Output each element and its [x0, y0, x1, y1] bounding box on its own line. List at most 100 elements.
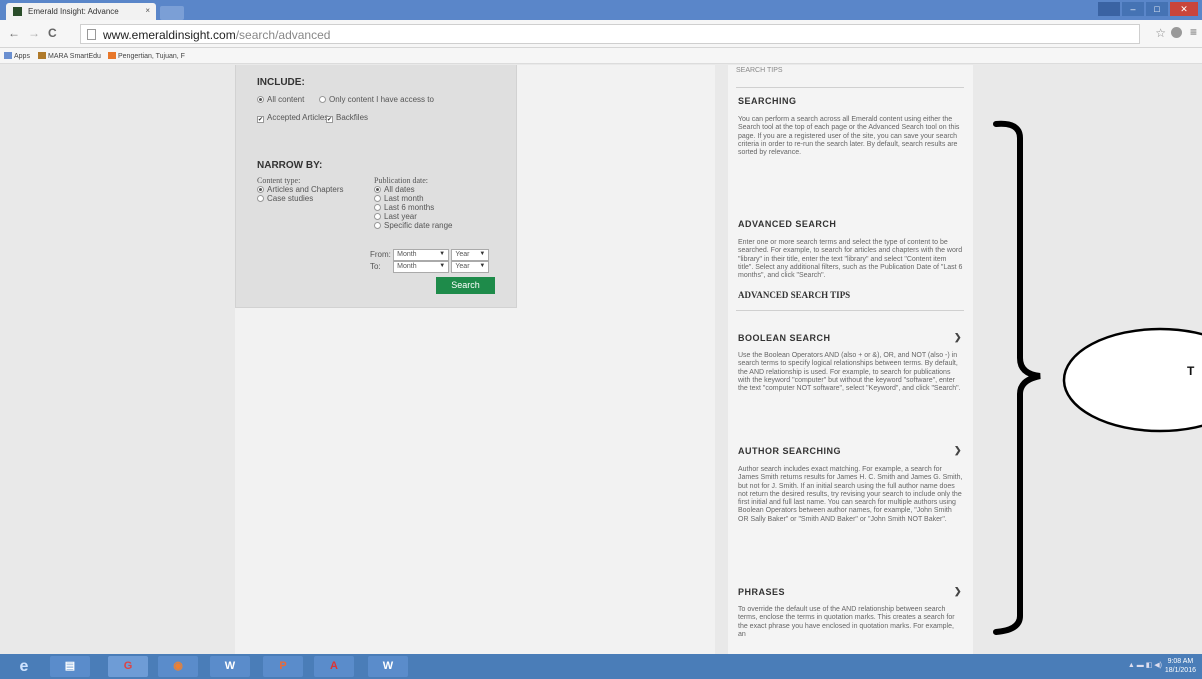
radio-last-year[interactable]: Last year: [374, 212, 417, 221]
checkbox-backfiles[interactable]: ✔ Backfiles: [326, 113, 368, 123]
section-title-searching: SEARCHING: [738, 96, 797, 106]
user-profile-icon[interactable]: [1098, 2, 1120, 16]
chevron-down-icon[interactable]: ❯: [954, 586, 962, 597]
sidebar-cut-heading: SEARCH TIPS: [736, 67, 783, 74]
checkmark-icon: ✔: [326, 116, 333, 123]
to-date-row: To: Month ▼ Year ▼: [370, 261, 490, 273]
annotation-bracket: [993, 120, 1041, 635]
content-type-label: Content type:: [257, 176, 301, 185]
forward-button[interactable]: →: [28, 26, 40, 40]
divider: [736, 87, 964, 88]
radio-icon: [374, 204, 381, 211]
back-button[interactable]: ←: [8, 26, 20, 40]
dropdown-arrow-icon: ▼: [479, 251, 486, 257]
annotation-text: T: [1187, 364, 1195, 378]
divider: [736, 310, 964, 311]
annotation-ellipse: [1062, 327, 1202, 433]
radio-specific-range[interactable]: Specific date range: [374, 221, 453, 230]
acrobat-icon[interactable]: A: [314, 656, 354, 677]
close-window-button[interactable]: ✕: [1170, 2, 1198, 16]
section-title-advanced-tips[interactable]: ADVANCED SEARCH TIPS: [738, 290, 850, 300]
radio-last-month[interactable]: Last month: [374, 194, 424, 203]
windows-taskbar: e ▤ G ◉ W P A W ▲ ▬ ◧ ◀) 9:08 AM 18/1/20…: [0, 654, 1202, 679]
search-button[interactable]: Search: [436, 277, 495, 294]
apps-grid-icon: [4, 52, 12, 59]
minimize-button[interactable]: –: [1122, 2, 1144, 16]
section-text-advanced: Enter one or more search terms and selec…: [738, 239, 963, 280]
include-heading: INCLUDE:: [257, 77, 305, 88]
radio-icon: [374, 195, 381, 202]
bookmark-mara[interactable]: MARA SmartEdu: [38, 52, 101, 60]
url-bar[interactable]: www.emeraldinsight.com/search/advanced: [80, 24, 1140, 44]
emerald-favicon-icon: [13, 7, 22, 16]
narrow-by-heading: NARROW BY:: [257, 160, 323, 171]
maximize-button[interactable]: □: [1146, 2, 1168, 16]
publication-date-label: Publication date:: [374, 176, 428, 185]
radio-icon: [319, 96, 326, 103]
section-title-boolean[interactable]: BOOLEAN SEARCH: [738, 333, 831, 343]
clock-date: 18/1/2016: [1164, 667, 1196, 674]
dropdown-arrow-icon: ▼: [479, 263, 486, 269]
page-icon: [87, 29, 96, 40]
section-title-advanced: ADVANCED SEARCH: [738, 219, 837, 229]
content-background-lower: [235, 308, 715, 654]
from-year-select[interactable]: Year ▼: [451, 249, 490, 261]
bookmark-pengertian[interactable]: Pengertian, Tujuan, F: [108, 52, 185, 60]
radio-case-studies[interactable]: Case studies: [257, 194, 313, 203]
section-text-phrases: To override the default use of the AND r…: [738, 606, 955, 638]
address-toolbar: ← → C www.emeraldinsight.com/search/adva…: [0, 20, 1202, 48]
radio-icon: [374, 186, 381, 193]
clock-time: 9:08 AM: [1167, 658, 1194, 665]
checkbox-accepted-articles[interactable]: ✔ Accepted Articles: [257, 113, 328, 123]
powerpoint-icon[interactable]: P: [263, 656, 303, 677]
firefox-icon[interactable]: ◉: [158, 656, 198, 677]
radio-only-access[interactable]: Only content I have access to: [319, 95, 434, 104]
radio-all-dates[interactable]: All dates: [374, 185, 415, 194]
system-tray[interactable]: ▲ ▬ ◧ ◀): [1128, 661, 1162, 669]
to-year-select[interactable]: Year ▼: [451, 261, 490, 273]
radio-all-content[interactable]: All content: [257, 95, 304, 104]
section-text-searching: You can perform a search across all Emer…: [738, 116, 960, 157]
blogger-icon: [108, 52, 116, 59]
tab-close-icon[interactable]: ×: [145, 6, 150, 15]
word-icon[interactable]: W: [210, 656, 250, 677]
radio-last-6-months[interactable]: Last 6 months: [374, 203, 434, 212]
extension-icon[interactable]: [1171, 27, 1182, 38]
from-date-row: From: Month ▼ Year ▼: [370, 249, 490, 261]
bookmark-apps[interactable]: Apps: [4, 52, 30, 60]
radio-icon: [257, 195, 264, 202]
radio-icon: [257, 186, 264, 193]
word-icon[interactable]: W: [368, 656, 408, 677]
browser-tab[interactable]: Emerald Insight: Advance ×: [6, 3, 156, 20]
content-background: [517, 65, 715, 308]
checkmark-icon: ✔: [257, 116, 264, 123]
to-month-select[interactable]: Month ▼: [393, 261, 450, 273]
reload-button[interactable]: C: [48, 26, 57, 40]
from-label: From:: [370, 250, 391, 260]
url-host: www.emeraldinsight.com: [103, 28, 236, 42]
system-clock[interactable]: 9:08 AM 18/1/2016: [1165, 657, 1196, 675]
chevron-down-icon[interactable]: ❯: [954, 445, 962, 456]
new-tab-button[interactable]: [160, 6, 184, 20]
chrome-menu-icon[interactable]: ≡: [1190, 25, 1197, 39]
radio-icon: [374, 222, 381, 229]
chrome-icon[interactable]: G: [108, 656, 148, 677]
section-title-phrases[interactable]: PHRASES: [738, 587, 785, 597]
tab-title: Emerald Insight: Advance: [28, 7, 119, 16]
dropdown-arrow-icon: ▼: [439, 251, 446, 257]
dropdown-arrow-icon: ▼: [439, 263, 446, 269]
chevron-down-icon[interactable]: ❯: [954, 332, 962, 343]
url-path: /search/advanced: [235, 28, 331, 42]
radio-articles-chapters[interactable]: Articles and Chapters: [257, 185, 343, 194]
internet-explorer-icon[interactable]: e: [4, 656, 44, 677]
section-text-author: Author search includes exact matching. F…: [738, 466, 963, 523]
mara-icon: [38, 52, 46, 59]
from-month-select[interactable]: Month ▼: [393, 249, 450, 261]
bookmark-star-icon[interactable]: ☆: [1155, 26, 1166, 40]
file-explorer-icon[interactable]: ▤: [50, 656, 90, 677]
to-label: To:: [370, 262, 381, 272]
section-title-author[interactable]: AUTHOR SEARCHING: [738, 446, 841, 456]
section-text-boolean: Use the Boolean Operators AND (also + or…: [738, 352, 961, 393]
radio-icon: [374, 213, 381, 220]
search-tips-sidebar: SEARCH TIPS SEARCHING You can perform a …: [728, 65, 973, 654]
